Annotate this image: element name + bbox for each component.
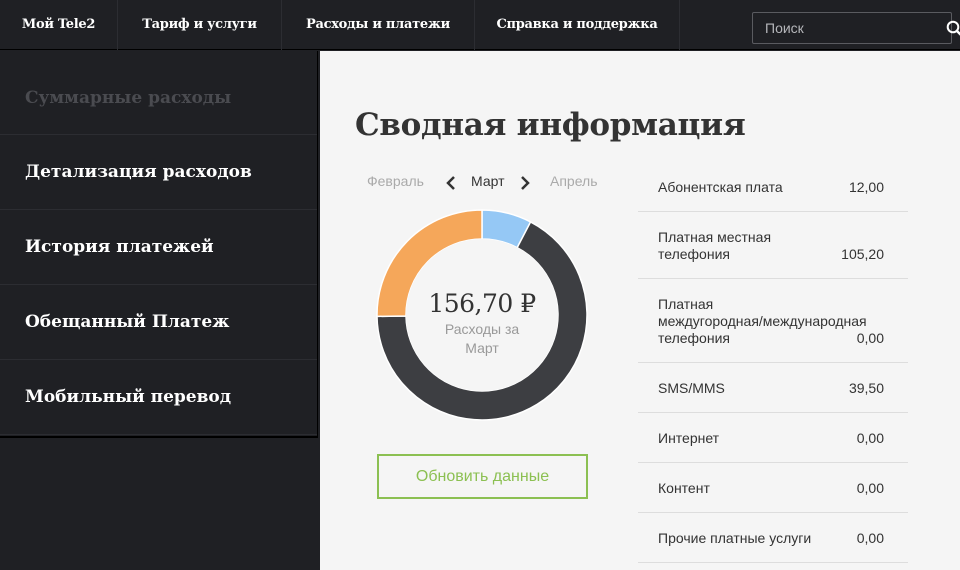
sidebar-item-total-expenses[interactable]: Суммарные расходы: [0, 51, 317, 135]
expense-name: Контент: [658, 480, 710, 497]
expense-name: SMS/MMS: [658, 380, 725, 397]
expense-amount: 39,50: [848, 379, 884, 396]
current-month-label: Март: [471, 173, 505, 189]
sidebar-item-mobile-transfer[interactable]: Мобильный перевод: [0, 360, 317, 435]
expense-row: Прочие платные услуги 0,00: [638, 513, 908, 563]
expense-name-line: Контент: [658, 479, 710, 496]
donut-caption-line1: Расходы за: [444, 321, 520, 337]
expense-name: Прочие платные услуги: [658, 530, 811, 547]
month-nav: Февраль Март Апрель: [320, 173, 640, 193]
sidebar-divider: [0, 436, 318, 438]
prev-month-label[interactable]: Февраль: [367, 173, 424, 189]
expense-name-line: Платная местная: [658, 228, 772, 245]
expense-name-line: Абонентская плата: [658, 178, 783, 195]
expense-name: Интернет: [658, 430, 719, 447]
expense-name-line: Платная: [658, 295, 714, 312]
page-title: Сводная информация: [355, 107, 746, 143]
expense-amount: 105,20: [841, 245, 884, 262]
expense-row: Контент 0,00: [638, 463, 908, 513]
chevron-right-icon[interactable]: [518, 175, 532, 191]
expense-name: Абонентская плата: [658, 179, 783, 196]
main-content: Сводная информация Февраль Март Апрель 1…: [320, 51, 960, 570]
sidebar: Суммарные расходы Детализация расходов И…: [0, 51, 318, 436]
refresh-data-button[interactable]: Обновить данные: [377, 454, 588, 499]
nav-tariff-services[interactable]: Тариф и услуги: [118, 0, 282, 50]
chevron-left-icon[interactable]: [444, 175, 458, 191]
expense-name-line: телефония: [658, 245, 730, 262]
search-input[interactable]: [753, 13, 946, 43]
search-box: [752, 12, 960, 44]
expense-amount: 0,00: [856, 429, 884, 446]
expense-amount: 0,00: [856, 479, 884, 496]
expense-name: Платная местная телефония: [658, 229, 771, 263]
nav-help-support[interactable]: Справка и поддержка: [475, 0, 680, 50]
donut-caption-line2: Март: [465, 340, 499, 356]
expense-name-line: Интернет: [658, 429, 720, 446]
sidebar-item-expense-details[interactable]: Детализация расходов: [0, 135, 317, 210]
expense-row: Интернет 0,00: [638, 413, 908, 463]
expense-amount: 12,00: [848, 178, 884, 195]
expense-row: SMS/MMS 39,50: [638, 363, 908, 413]
sidebar-item-promised-payment[interactable]: Обещанный Платеж: [0, 285, 317, 360]
expense-name-line: междугородная/международная: [658, 312, 867, 329]
expense-amount: 0,00: [856, 329, 884, 346]
expense-name-line: SMS/MMS: [658, 379, 725, 396]
expense-name: Платная междугородная/международная телефо…: [658, 296, 867, 347]
expense-name-line: Прочие платные услуги: [658, 529, 812, 546]
next-month-label[interactable]: Апрель: [550, 173, 598, 189]
expense-row: Платная междугородная/международная телефо…: [638, 279, 908, 363]
donut-caption: Расходы за Март: [432, 320, 532, 358]
donut-total: 156,70 ₽: [428, 289, 536, 318]
expense-name-line: телефония: [658, 329, 730, 346]
search-icon[interactable]: [946, 13, 960, 43]
expense-row: Абонентская плата 12,00: [638, 162, 908, 212]
nav-expenses-payments[interactable]: Расходы и платежи: [282, 0, 475, 50]
nav-my-tele2[interactable]: Мой Tele2: [0, 0, 118, 50]
expense-row: Платная местная телефония 105,20: [638, 212, 908, 279]
expense-amount: 0,00: [856, 529, 884, 546]
sidebar-item-payment-history[interactable]: История платежей: [0, 210, 317, 285]
expense-list: Абонентская плата 12,00 Платная местная тел…: [638, 162, 908, 563]
